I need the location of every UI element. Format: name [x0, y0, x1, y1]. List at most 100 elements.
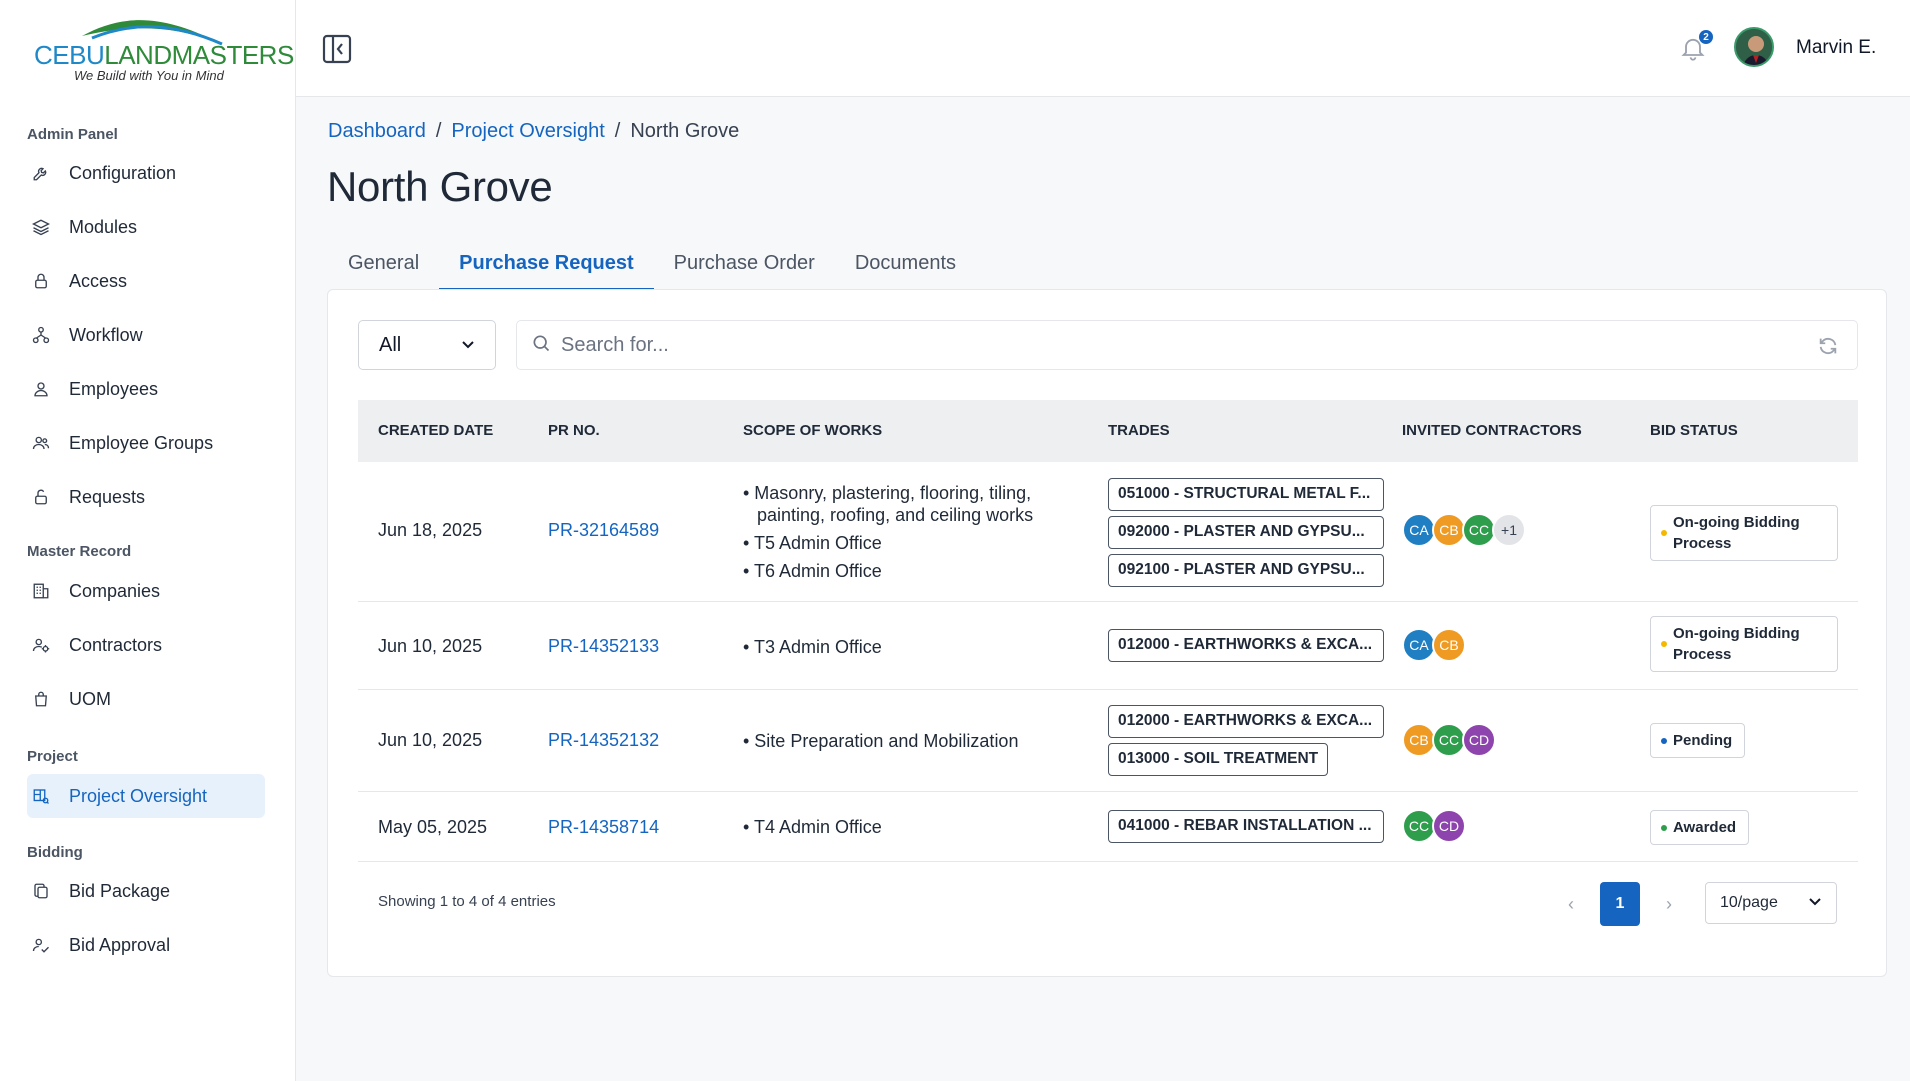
table-row[interactable]: Jun 10, 2025 PR-14352132 • Site Preparat…: [358, 690, 1858, 792]
created-date: Jun 18, 2025: [378, 520, 483, 540]
tab-purchase-request[interactable]: Purchase Request: [439, 248, 654, 291]
column-header[interactable]: INVITED CONTRACTORS: [1402, 422, 1582, 439]
filter-select[interactable]: All: [358, 320, 496, 370]
pr-number-link[interactable]: PR-14358714: [548, 817, 659, 838]
tab-purchase-order[interactable]: Purchase Order: [654, 248, 835, 291]
unlock-icon: [31, 487, 51, 507]
table-row[interactable]: Jun 18, 2025 PR-32164589 • Masonry, plas…: [358, 462, 1858, 602]
status-dot: [1661, 825, 1667, 831]
pr-number-link[interactable]: PR-14352132: [548, 730, 659, 751]
user-avatar[interactable]: [1734, 27, 1774, 67]
table-row[interactable]: May 05, 2025 PR-14358714 • T4 Admin Offi…: [358, 792, 1858, 862]
sidebar-item-label: Bid Package: [69, 880, 171, 901]
sidebar-item-label: Employee Groups: [69, 432, 214, 453]
sidebar-item-contractors[interactable]: Contractors: [27, 623, 265, 667]
wrench-icon: [31, 163, 51, 183]
sidebar-item-configuration[interactable]: Configuration: [27, 151, 265, 195]
sidebar-item-modules[interactable]: Modules: [27, 205, 265, 249]
column-header[interactable]: CREATED DATE: [378, 422, 493, 439]
previous-page-icon[interactable]: ‹: [1556, 884, 1586, 924]
tab-documents[interactable]: Documents: [835, 248, 976, 291]
breadcrumb-dashboard[interactable]: Dashboard: [328, 120, 426, 143]
filter-selected-value: All: [379, 333, 402, 356]
tab-general[interactable]: General: [328, 248, 439, 291]
pagination: ‹ 1 ›: [1556, 882, 1684, 926]
sidebar-collapse-icon[interactable]: [322, 34, 352, 64]
workflow-icon: [31, 325, 51, 345]
sidebar-item-uom[interactable]: UOM: [27, 677, 265, 721]
sidebar-item-label: Contractors: [69, 634, 163, 655]
scope-item: • T4 Admin Office: [743, 817, 882, 837]
status-badge: On-going Bidding Process: [1650, 616, 1838, 672]
sidebar-item-bid-package[interactable]: Bid Package: [27, 869, 265, 913]
invited-contractors[interactable]: CA CB CC +1: [1402, 513, 1526, 547]
column-header[interactable]: SCOPE OF WORKS: [743, 422, 882, 439]
breadcrumb-separator: /: [435, 120, 442, 142]
sidebar-item-requests[interactable]: Requests: [27, 475, 265, 519]
status-dot: [1661, 738, 1667, 744]
sidebar-item-label: Bid Approval: [69, 934, 171, 955]
column-header[interactable]: PR NO.: [548, 422, 600, 439]
sidebar-item-label: Configuration: [69, 162, 177, 183]
sidebar-item-workflow[interactable]: Workflow: [27, 313, 265, 357]
page-title: North Grove: [327, 163, 553, 210]
page-button-current[interactable]: 1: [1600, 882, 1640, 926]
sidebar-item-label: Employees: [69, 378, 159, 399]
user-icon: [31, 379, 51, 399]
topbar: 2 Marvin E.: [296, 0, 1910, 97]
column-header[interactable]: TRADES: [1108, 422, 1170, 439]
search-input[interactable]: [561, 333, 1761, 357]
copy-icon: [31, 881, 51, 901]
sidebar-item-employees[interactable]: Employees: [27, 367, 265, 411]
trade-tag: 092100 - PLASTER AND GYPSU...: [1108, 554, 1384, 587]
per-page-select[interactable]: 10/page: [1705, 882, 1837, 924]
company-logo[interactable]: CEBULANDMASTERS We Build with You in Min…: [32, 12, 294, 88]
pr-number-link[interactable]: PR-32164589: [548, 520, 659, 541]
logo-tagline: We Build with You in Mind: [74, 68, 224, 83]
sidebar-item-project-oversight[interactable]: Project Oversight: [27, 774, 265, 818]
trade-tag: 092000 - PLASTER AND GYPSU...: [1108, 516, 1384, 549]
invited-contractors[interactable]: CA CB: [1402, 628, 1466, 662]
approval-icon: [31, 935, 51, 955]
bag-icon: [31, 689, 51, 709]
pr-number-link[interactable]: PR-14352133: [548, 636, 659, 657]
scope-item: • Site Preparation and Mobilization: [743, 731, 1019, 751]
trade-tag: 051000 - STRUCTURAL METAL F...: [1108, 478, 1384, 511]
breadcrumb-project-oversight[interactable]: Project Oversight: [451, 120, 604, 143]
trade-tag: 012000 - EARTHWORKS & EXCA...: [1108, 629, 1384, 662]
user-name[interactable]: Marvin E.: [1796, 37, 1876, 59]
breadcrumb: Dashboard / Project Oversight / North Gr…: [328, 120, 739, 143]
search-box: [516, 320, 1858, 370]
refresh-icon[interactable]: [1817, 335, 1839, 357]
scope-of-works: • T3 Admin Office: [743, 636, 1083, 664]
sidebar-item-label: Requests: [69, 486, 146, 507]
nav-section-bidding: Bidding: [27, 844, 83, 861]
sidebar-item-bid-approval[interactable]: Bid Approval: [27, 923, 265, 967]
created-date: May 05, 2025: [378, 817, 488, 837]
sidebar-item-label: Companies: [69, 580, 161, 601]
sidebar-item-companies[interactable]: Companies: [27, 569, 265, 613]
created-date: Jun 10, 2025: [378, 636, 483, 656]
scope-item: • Masonry, plastering, flooring, tiling,…: [743, 483, 1034, 525]
per-page-value: 10/page: [1720, 894, 1778, 911]
more-contractors-count[interactable]: +1: [1492, 513, 1526, 547]
trade-tag: 013000 - SOIL TREATMENT: [1108, 743, 1329, 776]
scope-item: • T5 Admin Office: [743, 533, 882, 553]
nav-section-admin-panel: Admin Panel: [27, 126, 118, 143]
users-icon: [31, 433, 51, 453]
status-badge: Pending: [1650, 723, 1746, 758]
trades-list: 051000 - STRUCTURAL METAL F... 092000 - …: [1108, 478, 1384, 592]
scope-of-works: • Site Preparation and Mobilization: [743, 730, 1083, 758]
invited-contractors[interactable]: CB CC CD: [1402, 723, 1496, 757]
column-header[interactable]: BID STATUS: [1650, 422, 1738, 439]
sidebar-item-access[interactable]: Access: [27, 259, 265, 303]
search-icon: [531, 333, 551, 358]
sidebar-item-employee-groups[interactable]: Employee Groups: [27, 421, 265, 465]
contractor-avatar: CD: [1432, 809, 1466, 843]
pagination-info: Showing 1 to 4 of 4 entries: [378, 893, 556, 910]
next-page-icon[interactable]: ›: [1654, 884, 1684, 924]
table-row[interactable]: Jun 10, 2025 PR-14352133 • T3 Admin Offi…: [358, 602, 1858, 690]
logo-wordmark: CEBULANDMASTERS: [34, 40, 294, 70]
breadcrumb-current: North Grove: [630, 120, 740, 142]
invited-contractors[interactable]: CC CD: [1402, 809, 1466, 843]
